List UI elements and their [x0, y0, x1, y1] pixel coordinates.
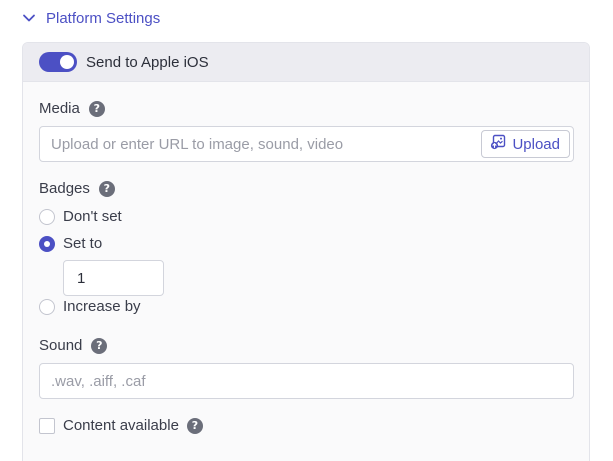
- badges-option-increase-by[interactable]: Increase by: [39, 298, 141, 315]
- sound-placeholder: .wav, .aiff, .caf: [51, 372, 146, 390]
- chevron-down-icon: [22, 11, 36, 25]
- content-available-row[interactable]: Content available ?: [39, 417, 203, 434]
- send-to-ios-label: Send to Apple iOS: [86, 53, 209, 71]
- upload-label: Upload: [512, 135, 560, 153]
- send-to-ios-toggle[interactable]: [39, 52, 77, 72]
- media-help-icon[interactable]: ?: [88, 100, 105, 117]
- sound-input[interactable]: .wav, .aiff, .caf: [39, 363, 574, 399]
- badges-label: Badges: [39, 180, 90, 197]
- content-available-label: Content available: [63, 417, 179, 434]
- image-upload-icon: [490, 134, 506, 154]
- radio-set-to-label: Set to: [63, 235, 103, 252]
- radio-dont-set[interactable]: [39, 208, 55, 225]
- upload-button[interactable]: Upload: [481, 130, 570, 158]
- media-label: Media: [39, 100, 80, 117]
- media-input[interactable]: Upload or enter URL to image, sound, vid…: [39, 126, 574, 162]
- sound-help-icon[interactable]: ?: [91, 337, 108, 354]
- sound-label: Sound: [39, 337, 83, 354]
- badge-count-value: 1: [77, 269, 86, 287]
- platform-settings-header[interactable]: Platform Settings: [22, 7, 160, 29]
- badges-option-dont-set[interactable]: Don't set: [39, 208, 122, 225]
- media-label-row: Media ?: [39, 100, 105, 117]
- ios-card-header: Send to Apple iOS: [23, 43, 589, 82]
- ios-settings-card: Send to Apple iOS Media ? Upload or ente…: [22, 42, 590, 461]
- section-title: Platform Settings: [46, 9, 161, 27]
- badge-count-input[interactable]: 1: [63, 260, 164, 296]
- content-available-help-icon[interactable]: ?: [186, 417, 203, 434]
- content-available-checkbox[interactable]: [39, 417, 55, 434]
- toggle-knob: [60, 55, 74, 69]
- radio-increase-by-label: Increase by: [63, 298, 141, 315]
- radio-increase-by[interactable]: [39, 298, 55, 315]
- badges-option-set-to[interactable]: Set to: [39, 235, 102, 252]
- media-placeholder: Upload or enter URL to image, sound, vid…: [51, 135, 344, 153]
- radio-dont-set-label: Don't set: [63, 208, 122, 225]
- badges-label-row: Badges ?: [39, 180, 115, 197]
- sound-label-row: Sound ?: [39, 337, 108, 354]
- badges-help-icon[interactable]: ?: [98, 180, 115, 197]
- radio-set-to[interactable]: [39, 235, 55, 252]
